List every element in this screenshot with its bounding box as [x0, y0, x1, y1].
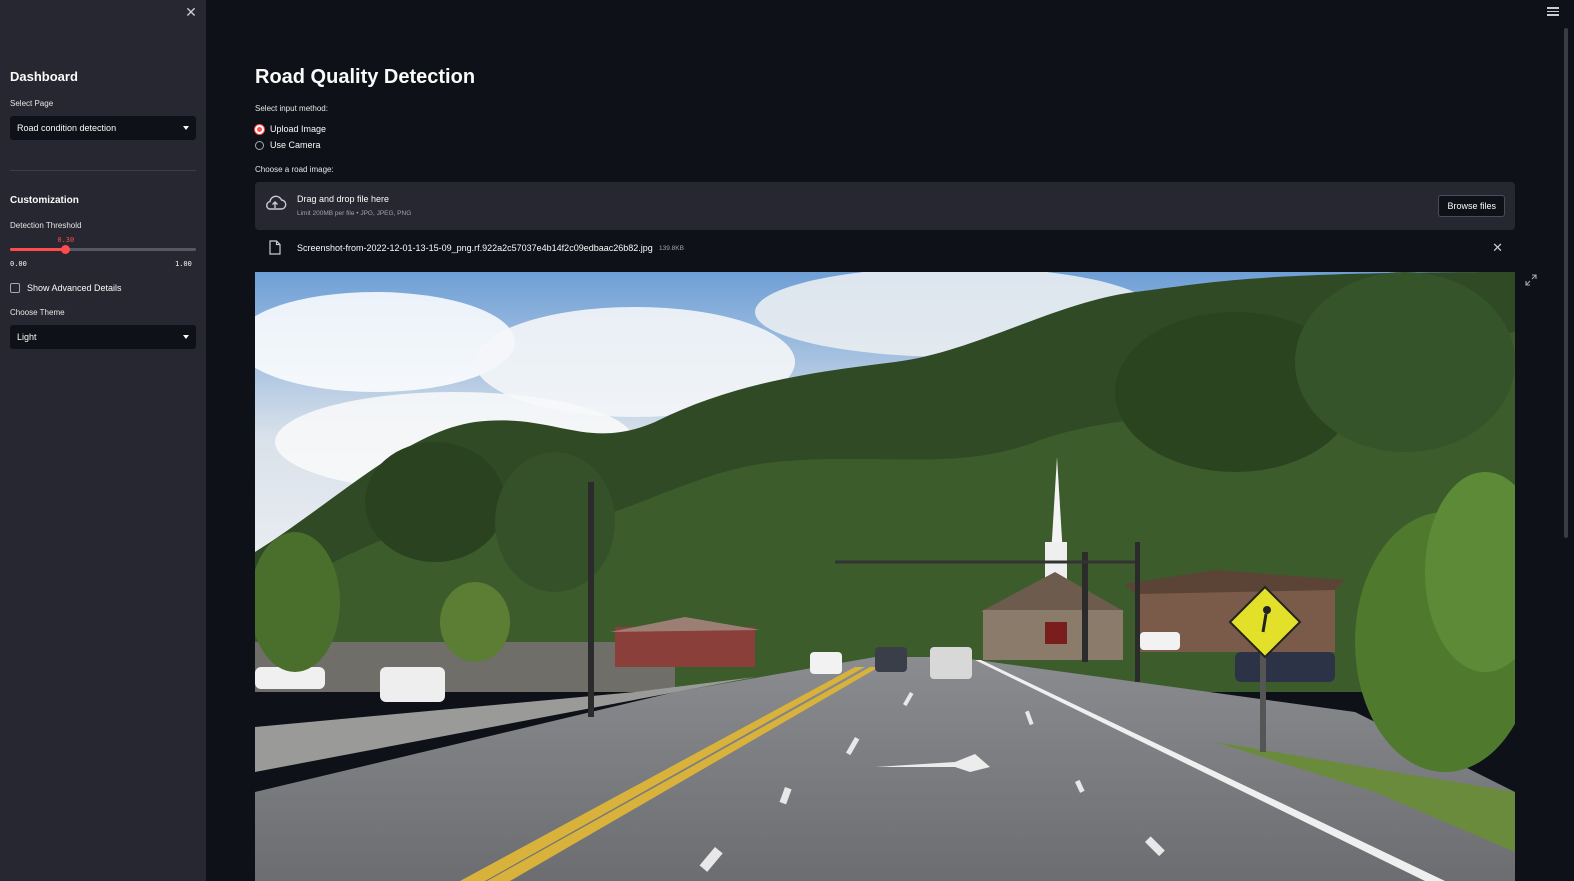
file-size: 139.8KB — [659, 245, 684, 252]
file-name: Screenshot-from-2022-12-01-13-15-09_png.… — [297, 243, 653, 253]
chevron-down-icon — [183, 126, 189, 130]
theme-dropdown[interactable]: Light — [10, 325, 196, 349]
threshold-max: 1.00 — [175, 260, 192, 268]
remove-file-icon[interactable]: ✕ — [1492, 240, 1503, 256]
close-icon[interactable]: ✕ — [184, 5, 198, 19]
dropzone-limit: Limit 200MB per file • JPG, JPEG, PNG — [297, 210, 412, 217]
uploaded-file: Screenshot-from-2022-12-01-13-15-09_png.… — [255, 238, 1515, 258]
file-icon — [269, 240, 281, 255]
radio-label: Use Camera — [270, 140, 321, 150]
browse-files-button[interactable]: Browse files — [1438, 195, 1505, 217]
customization-heading: Customization — [10, 195, 79, 206]
slider-thumb[interactable] — [61, 245, 71, 254]
choose-image-label: Choose a road image: — [255, 165, 334, 174]
radio-use-camera[interactable]: Use Camera — [255, 140, 321, 150]
threshold-label: Detection Threshold — [10, 221, 82, 230]
dropzone-title: Drag and drop file here — [297, 194, 390, 204]
sidebar: ✕ Dashboard Select Page Road condition d… — [0, 0, 206, 881]
select-page-label: Select Page — [10, 99, 54, 108]
fullscreen-icon[interactable] — [1525, 274, 1537, 286]
radio-unselected-icon[interactable] — [255, 140, 264, 150]
page-title: Road Quality Detection — [255, 66, 476, 88]
theme-value: Light — [17, 332, 37, 342]
checkbox-box[interactable] — [10, 283, 20, 293]
chevron-down-icon — [183, 335, 189, 339]
radio-selected-icon[interactable] — [255, 124, 264, 134]
radio-upload-image[interactable]: Upload Image — [255, 124, 326, 134]
threshold-min: 0.00 — [10, 260, 27, 268]
radio-label: Upload Image — [270, 124, 327, 134]
road-scene-illustration — [255, 272, 1515, 881]
threshold-slider[interactable] — [10, 245, 196, 254]
select-page-value: Road condition detection — [17, 123, 117, 133]
sidebar-title: Dashboard — [10, 69, 78, 84]
theme-label: Choose Theme — [10, 308, 65, 317]
road-image — [255, 272, 1515, 881]
cloud-upload-icon — [266, 195, 287, 210]
hamburger-menu-icon[interactable] — [1547, 7, 1559, 18]
input-method-label: Select input method: — [255, 104, 328, 113]
advanced-details-checkbox[interactable]: Show Advanced Details — [10, 283, 122, 293]
slider-fill — [10, 248, 66, 251]
threshold-value: 0.30 — [57, 236, 75, 244]
scrollbar[interactable] — [1564, 28, 1568, 538]
sidebar-divider — [10, 170, 196, 171]
select-page-dropdown[interactable]: Road condition detection — [10, 116, 196, 140]
file-dropzone[interactable]: Drag and drop file here Limit 200MB per … — [255, 182, 1515, 230]
advanced-details-label: Show Advanced Details — [27, 283, 122, 293]
